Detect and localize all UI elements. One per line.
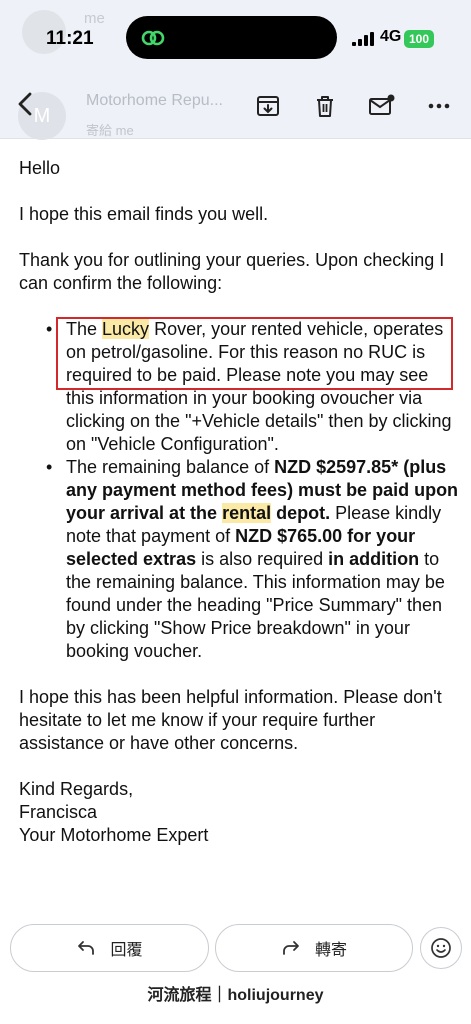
status-bar: me 11:21 4G 100 (0, 0, 471, 78)
signoff-name: Francisca (19, 802, 98, 822)
network-type: 4G (380, 28, 402, 45)
archive-icon[interactable] (254, 92, 282, 120)
forward-icon (283, 941, 299, 955)
dynamic-island (126, 16, 337, 59)
battery-icon: 100 (404, 30, 434, 48)
greeting: Hello (19, 158, 61, 178)
more-icon[interactable] (425, 92, 453, 120)
reply-icon (78, 941, 95, 955)
annotation-box (56, 317, 453, 390)
paragraph-3: I hope this has been helpful information… (19, 687, 442, 753)
ghost-sender: me (84, 10, 105, 27)
email-toolbar: M Motorhome Repu... 寄給 me (0, 78, 471, 140)
forward-label: 轉寄 (314, 942, 347, 959)
sender-name: Motorhome Repu... (86, 92, 223, 109)
watermark-footer: 河流旅程｜holiujourney (147, 987, 324, 1004)
back-arrow-icon[interactable] (12, 90, 40, 118)
trash-icon[interactable] (311, 92, 339, 120)
forward-button[interactable]: 轉寄 (215, 924, 413, 972)
paragraph-1: I hope this email finds you well. (19, 204, 269, 224)
reply-label: 回覆 (110, 942, 143, 959)
mark-unread-icon[interactable] (368, 92, 396, 120)
emoji-icon (431, 938, 451, 958)
reply-button[interactable]: 回覆 (10, 924, 209, 972)
highlight-rental: rental (222, 503, 272, 523)
signoff-title: Your Motorhome Expert (19, 825, 209, 845)
status-time: 11:21 (46, 28, 94, 49)
paragraph-2: Thank you for outlining your queries. Up… (19, 250, 445, 293)
email-body: Hello I hope this email finds you well. … (19, 157, 459, 847)
signoff-line-1: Kind Regards, (19, 779, 134, 799)
signal-icon (352, 32, 374, 46)
recipient-line: 寄給 me (86, 123, 134, 138)
bullet-item-balance: The remaining balance of NZD $2597.85* (… (19, 456, 459, 663)
app-activity-icon (141, 30, 165, 46)
emoji-reaction-button[interactable] (420, 927, 462, 969)
